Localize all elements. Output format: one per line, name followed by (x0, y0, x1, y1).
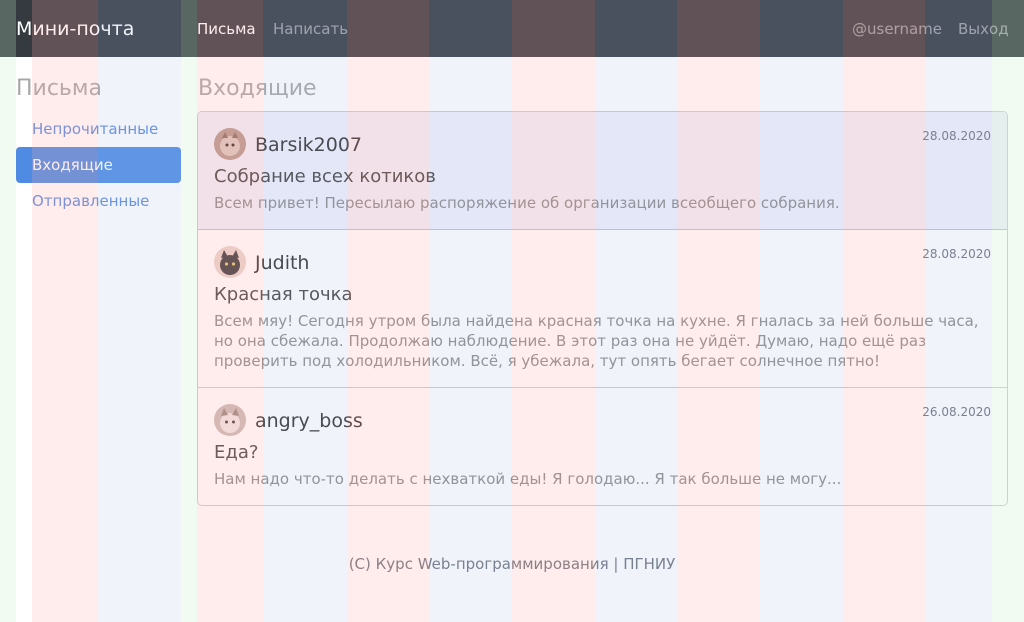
sidebar-item-unread[interactable]: Непрочитанные (16, 111, 181, 147)
nav-link-compose[interactable]: Написать (273, 19, 348, 39)
page-title: Входящие (198, 76, 317, 101)
message-subject: Красная точка (214, 284, 353, 305)
avatar (214, 246, 246, 278)
message-preview: Нам надо что-то делать с нехваткой еды! … (214, 470, 842, 488)
logout-link[interactable]: Выход (958, 19, 1009, 39)
message-subject: Еда? (214, 442, 259, 463)
message-sender: angry_boss (255, 410, 363, 432)
message-list: Barsik2007 28.08.2020 Собрание всех коти… (197, 111, 1008, 506)
nav-link-letters[interactable]: Письма (197, 19, 256, 39)
message-item[interactable]: angry_boss 26.08.2020 Еда? Нам надо что-… (198, 388, 1007, 505)
message-date: 28.08.2020 (922, 247, 991, 261)
message-sender: Barsik2007 (255, 134, 363, 156)
user-link[interactable]: @username (852, 19, 942, 39)
sidebar-item-inbox[interactable]: Входящие (16, 147, 181, 183)
message-item[interactable]: Judith 28.08.2020 Красная точка Всем мяу… (198, 230, 1007, 388)
message-subject: Собрание всех котиков (214, 166, 436, 187)
message-preview: Всем мяу! Сегодня утром была найдена кра… (214, 312, 979, 370)
sidebar-title: Письма (16, 76, 102, 101)
footer: (C) Курс Web-программирования | ПГНИУ (348, 555, 676, 573)
message-preview: Всем привет! Пересылаю распоряжение об о… (214, 194, 840, 212)
top-navbar: Мини-почта Письма Написать @username Вых… (0, 0, 1024, 57)
avatar (214, 404, 246, 436)
message-item[interactable]: Barsik2007 28.08.2020 Собрание всех коти… (198, 112, 1007, 230)
message-date: 26.08.2020 (922, 405, 991, 419)
brand-logo[interactable]: Мини-почта (16, 16, 134, 42)
avatar (214, 128, 246, 160)
message-sender: Judith (255, 252, 310, 274)
message-date: 28.08.2020 (922, 129, 991, 143)
sidebar-item-sent[interactable]: Отправленные (16, 183, 181, 219)
